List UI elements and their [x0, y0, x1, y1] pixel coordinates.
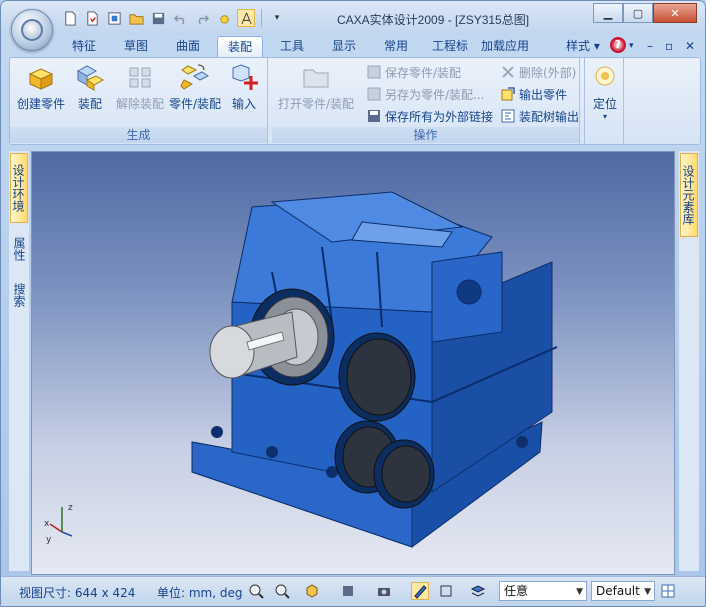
zoom-fit-icon[interactable]: [247, 582, 265, 600]
window-controls: ▁ ▢ ✕: [593, 3, 697, 23]
help-icon[interactable]: ?: [610, 37, 626, 53]
style-menu[interactable]: 样式 ▾: [566, 37, 600, 55]
3d-viewport[interactable]: z x y: [31, 151, 675, 575]
disassemble-icon: [129, 67, 151, 88]
part-assembly-button[interactable]: 零件/装配: [166, 62, 224, 118]
ribbon-minimize-icon[interactable]: –: [647, 37, 653, 55]
tab-search[interactable]: 搜索: [10, 275, 28, 315]
style-select[interactable]: Default ▼: [591, 581, 655, 601]
minimize-button[interactable]: ▁: [593, 3, 623, 23]
layers-icon[interactable]: [469, 582, 487, 600]
light-icon[interactable]: [215, 9, 233, 27]
chevron-down-icon: ▼: [576, 587, 583, 597]
save-part-button[interactable]: 保存零件/装配: [366, 62, 461, 82]
view-cube-icon[interactable]: [303, 582, 321, 600]
create-part-icon: [28, 68, 54, 90]
status-bar: 视图尺寸: 644 x 424 单位: mm, deg 任意 ▼ Default…: [1, 576, 705, 606]
units-text: 单位: mm, deg: [157, 586, 243, 600]
tab-design-environment[interactable]: 设计环境: [10, 153, 28, 223]
maximize-button[interactable]: ▢: [623, 3, 653, 23]
folder-icon[interactable]: [127, 9, 145, 27]
part-assembly-icon: [180, 64, 209, 90]
ribbon-panel: 创建零件 装配 解除装配 零件/装配 输入 生成 打开零件/装配 保存零件/装配…: [9, 57, 701, 145]
ribbon-close-icon[interactable]: ✕: [685, 37, 695, 55]
tab-assembly[interactable]: 装配: [217, 36, 263, 57]
window-title: CAXA实体设计2009 - [ZSY315总图]: [337, 13, 530, 27]
assemble-icon: [76, 65, 105, 91]
ribbon-tabs: 特征 草图 曲面 装配 工具 显示 常用 工程标注 加载应用 样式 ▾ ? ▾ …: [1, 35, 705, 73]
assemble-button[interactable]: 装配: [64, 62, 116, 118]
tab-feature[interactable]: 特征: [63, 36, 105, 57]
tab-design-element-library[interactable]: 设计元素库: [680, 153, 698, 237]
open-file-icon[interactable]: [83, 9, 101, 27]
highlight-tool-icon[interactable]: [411, 582, 429, 600]
group-position: 定位 ▾: [584, 58, 624, 144]
zoom-icon[interactable]: [273, 582, 291, 600]
tab-tools[interactable]: 工具: [271, 36, 313, 57]
quick-access-toolbar: ▾: [61, 9, 286, 27]
save-as-part-button[interactable]: 另存为零件/装配...: [366, 84, 485, 104]
grid-settings-icon[interactable]: [659, 582, 677, 600]
position-icon: [595, 66, 615, 86]
axis-triad-icon: z x y: [44, 503, 73, 545]
tab-common[interactable]: 常用: [375, 36, 417, 57]
gearbox-model[interactable]: z x y: [32, 152, 675, 575]
group-generate-label: 生成: [10, 127, 267, 143]
tab-addins[interactable]: 加载应用: [477, 36, 533, 57]
assembly-tree-icon: [501, 109, 515, 123]
open-part-button[interactable]: 打开零件/装配: [274, 62, 358, 118]
save-as-icon: [367, 87, 381, 101]
position-button[interactable]: 定位 ▾: [585, 62, 625, 121]
ribbon-options-icon[interactable]: ▾: [629, 37, 634, 55]
application-menu-button[interactable]: [11, 9, 53, 51]
position-dropdown-arrow: ▾: [602, 112, 607, 121]
save-icon[interactable]: [149, 9, 167, 27]
toolbar-separator: [261, 9, 262, 27]
selection-mode-select[interactable]: 任意 ▼: [499, 581, 587, 601]
svg-text:x: x: [44, 519, 50, 529]
import-icon: [232, 64, 258, 90]
group-operations-label: 操作: [272, 127, 579, 143]
redo-icon[interactable]: [193, 9, 211, 27]
tab-sketch[interactable]: 草图: [115, 36, 157, 57]
new-file-icon[interactable]: [61, 9, 79, 27]
open-folder-icon: [303, 69, 329, 88]
save-part-icon: [367, 65, 381, 79]
delete-external-icon: [502, 66, 514, 78]
close-button[interactable]: ✕: [653, 3, 697, 23]
export-tree-button[interactable]: 装配树输出: [500, 106, 579, 126]
title-bar: ▾ CAXA实体设计2009 - [ZSY315总图] ▁ ▢ ✕: [1, 1, 705, 35]
view-size-text: 视图尺寸: 644 x 424: [19, 586, 136, 600]
delete-external-button[interactable]: 删除(外部): [500, 62, 576, 82]
app-window: ▾ CAXA实体设计2009 - [ZSY315总图] ▁ ▢ ✕ 特征 草图 …: [0, 0, 706, 607]
disassemble-button[interactable]: 解除装配: [114, 62, 166, 118]
import-button[interactable]: 输入: [224, 62, 264, 118]
tab-surface[interactable]: 曲面: [167, 36, 209, 57]
export-part-button[interactable]: 输出零件: [500, 84, 567, 104]
tab-annotation[interactable]: 工程标注: [423, 36, 477, 73]
properties-icon[interactable]: [105, 9, 123, 27]
group-generate: 创建零件 装配 解除装配 零件/装配 输入 生成: [10, 58, 268, 144]
left-dock-panel: 设计环境 属性 搜索: [9, 151, 29, 571]
group-operations: 打开零件/装配 保存零件/装配 另存为零件/装配... 保存所有为外部链接 删除…: [272, 58, 580, 144]
create-part-button[interactable]: 创建零件: [14, 62, 68, 118]
chevron-down-icon: ▼: [644, 587, 651, 597]
render-mode-icon[interactable]: [339, 582, 357, 600]
undo-icon[interactable]: [171, 9, 189, 27]
export-part-icon: [501, 87, 515, 101]
measure-icon[interactable]: [237, 9, 255, 27]
app-logo-icon: [21, 19, 43, 41]
camera-icon[interactable]: [375, 582, 393, 600]
save-all-external-button[interactable]: 保存所有为外部链接: [366, 106, 493, 126]
svg-text:y: y: [46, 535, 52, 545]
ribbon-restore-icon[interactable]: ▫: [665, 37, 673, 55]
right-dock-panel: 设计元素库: [679, 151, 699, 571]
customize-toolbar-icon[interactable]: ▾: [268, 9, 286, 27]
save-external-icon: [368, 110, 380, 122]
display-style-icon[interactable]: [437, 582, 455, 600]
tab-display[interactable]: 显示: [323, 36, 365, 57]
svg-text:z: z: [68, 503, 73, 513]
tab-properties[interactable]: 属性: [10, 227, 28, 271]
